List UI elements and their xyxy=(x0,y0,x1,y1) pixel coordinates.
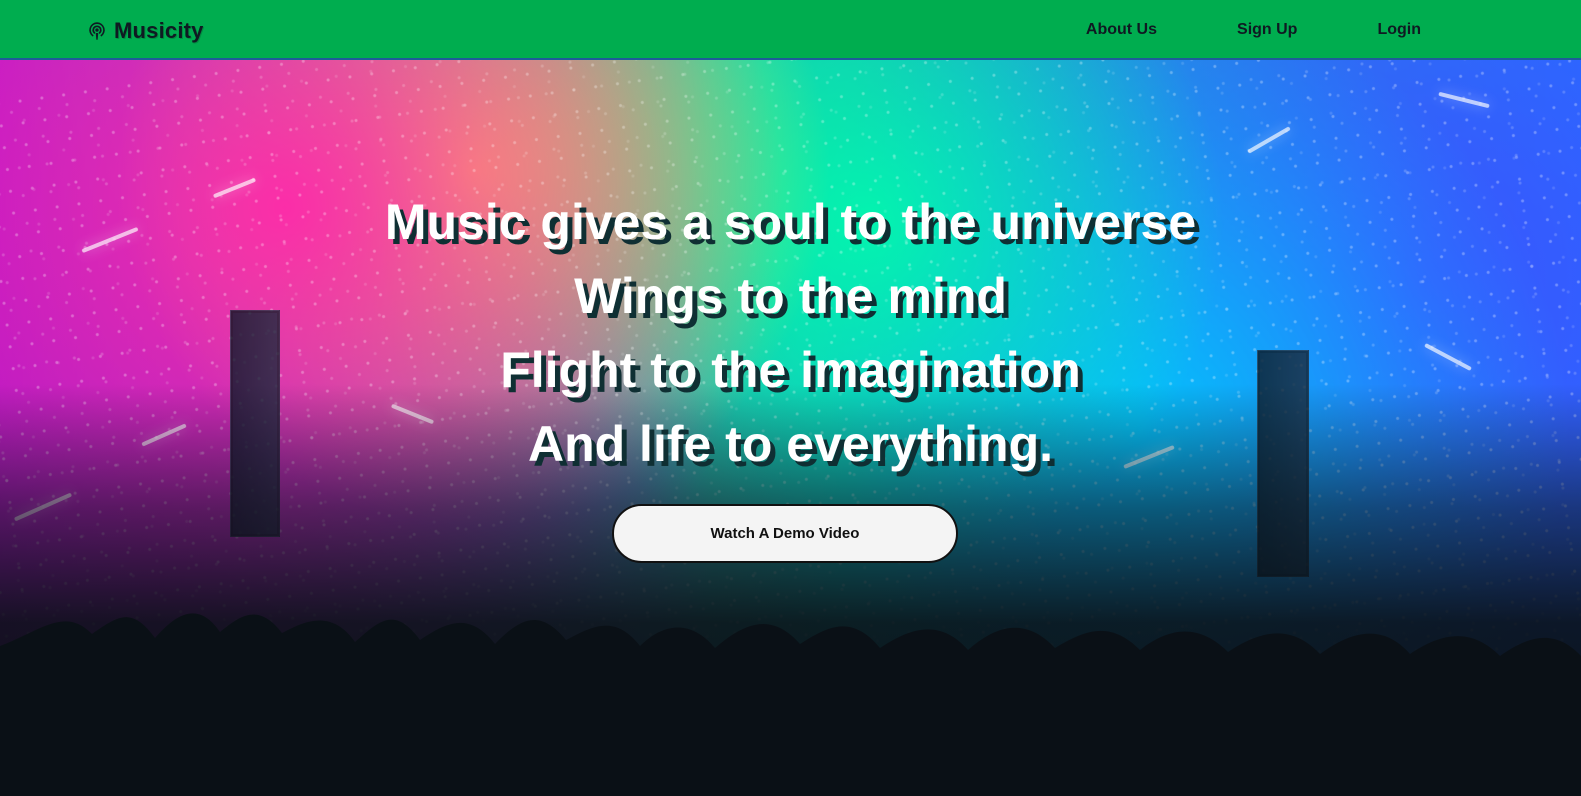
light-beam xyxy=(13,492,73,522)
brand-logo[interactable]: Musicity xyxy=(86,16,204,46)
top-navbar: Musicity About Us Sign Up Login xyxy=(0,0,1581,60)
quote-line-2: Wings to the mind xyxy=(574,268,1007,324)
nav-link-sign-up[interactable]: Sign Up xyxy=(1237,21,1297,39)
quote-line-4: And life to everything. xyxy=(527,416,1054,472)
primary-nav: About Us Sign Up Login xyxy=(1086,0,1421,60)
brand-name: Musicity xyxy=(114,18,204,43)
nav-link-login[interactable]: Login xyxy=(1377,21,1421,39)
podcast-icon xyxy=(86,20,108,42)
watch-demo-button[interactable]: Watch A Demo Video xyxy=(612,504,958,563)
light-beam xyxy=(1438,91,1490,109)
light-beam xyxy=(1247,126,1291,154)
hero-section: Music gives a soul to the universe Wings… xyxy=(0,60,1581,796)
quote-line-1: Music gives a soul to the universe xyxy=(384,194,1197,250)
quote-line-3: Flight to the imagination xyxy=(500,342,1081,398)
crowd-silhouette xyxy=(0,613,1581,796)
nav-link-about-us[interactable]: About Us xyxy=(1086,21,1157,39)
hero-quote: Music gives a soul to the universe Wings… xyxy=(0,185,1581,481)
